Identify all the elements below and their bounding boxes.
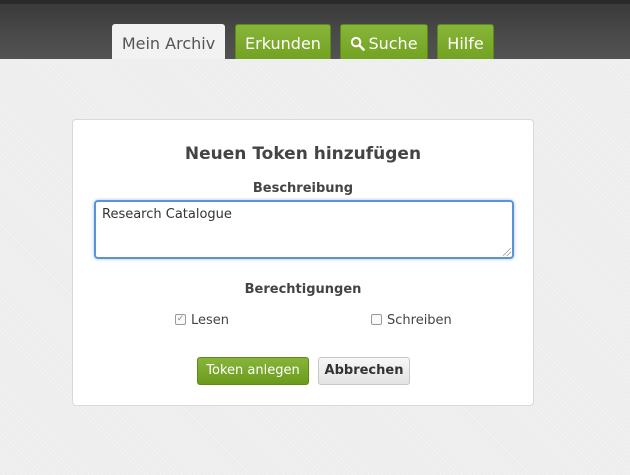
dialog-title: Neuen Token hinzufügen (184, 144, 422, 164)
cancel-button[interactable]: Abbrechen (318, 357, 410, 385)
add-token-dialog: Neuen Token hinzufügen Beschreibung Rese… (72, 119, 534, 406)
tab-hilfe[interactable]: Hilfe (437, 24, 494, 62)
top-navigation-bar: Mein Archiv Erkunden Suche Hilfe (0, 0, 630, 63)
tab-label: Hilfe (447, 34, 484, 53)
create-token-button[interactable]: Token anlegen (197, 357, 309, 385)
permission-read-label: Lesen (191, 313, 230, 328)
tab-mein-archiv[interactable]: Mein Archiv (112, 24, 225, 63)
permissions-label: Berechtigungen (244, 282, 362, 297)
permission-read[interactable]: ✓ Lesen (175, 313, 229, 328)
resize-handle-icon[interactable] (503, 248, 511, 256)
tab-label: Mein Archiv (121, 34, 216, 53)
tab-label: Erkunden (245, 34, 321, 53)
description-label: Beschreibung (252, 181, 354, 196)
tab-erkunden[interactable]: Erkunden (235, 24, 331, 62)
description-value: Research Catalogue (102, 207, 232, 222)
checkbox-read[interactable]: ✓ (175, 314, 186, 325)
permission-write[interactable]: Schreiben (371, 313, 452, 328)
checkbox-write[interactable] (371, 314, 382, 325)
tab-suche[interactable]: Suche (340, 24, 428, 62)
description-textarea[interactable]: Research Catalogue (94, 200, 514, 259)
permission-write-label: Schreiben (387, 313, 452, 328)
tab-label: Suche (368, 34, 418, 53)
